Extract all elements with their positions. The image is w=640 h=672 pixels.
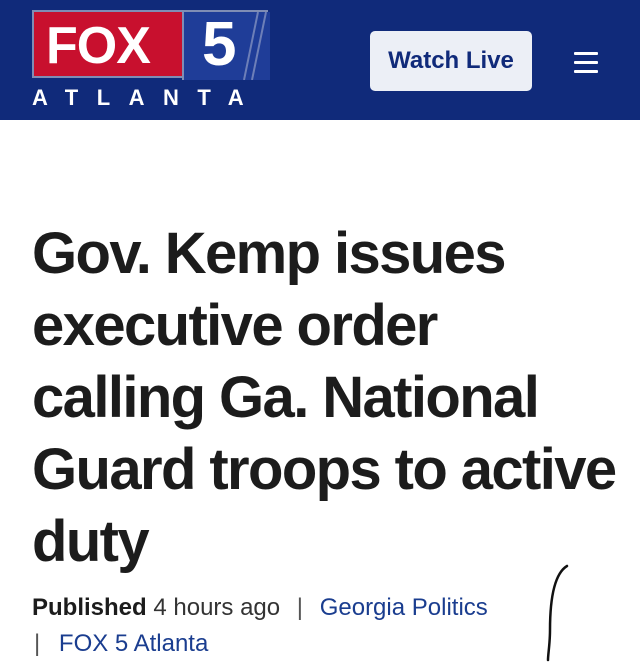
article-headline: Gov. Kemp issues executive order calling… [32, 221, 617, 574]
meta-line-1: Published 4 hours ago | Georgia Politics [32, 590, 532, 626]
logo-red-box: FOX 5 [32, 10, 270, 80]
meta-separator: | [34, 630, 41, 657]
published-label: Published [32, 594, 147, 621]
meta-separator: | [296, 594, 304, 621]
watch-live-button[interactable]: Watch Live [370, 31, 532, 91]
published-time: 4 hours ago [153, 594, 281, 621]
page: FOX 5 ATLANTA Watch Live Gov. Kemp issue… [0, 0, 640, 672]
logo-stripes-icon [243, 12, 267, 80]
scroll-indicator-mark [546, 564, 569, 662]
meta-line-2: | FOX 5 Atlanta [32, 626, 532, 662]
logo-city-text: ATLANTA [32, 85, 263, 110]
site-header: FOX 5 ATLANTA Watch Live [0, 0, 640, 120]
fox5-atlanta-logo[interactable]: FOX 5 ATLANTA [32, 10, 270, 110]
category-link[interactable]: Georgia Politics [320, 594, 488, 621]
logo-channel-box: 5 [182, 12, 270, 80]
source-link[interactable]: FOX 5 Atlanta [59, 630, 208, 657]
article-meta: Published 4 hours ago | Georgia Politics… [32, 590, 532, 662]
hamburger-menu-icon[interactable] [574, 52, 598, 74]
logo-brand-text: FOX [46, 17, 151, 75]
